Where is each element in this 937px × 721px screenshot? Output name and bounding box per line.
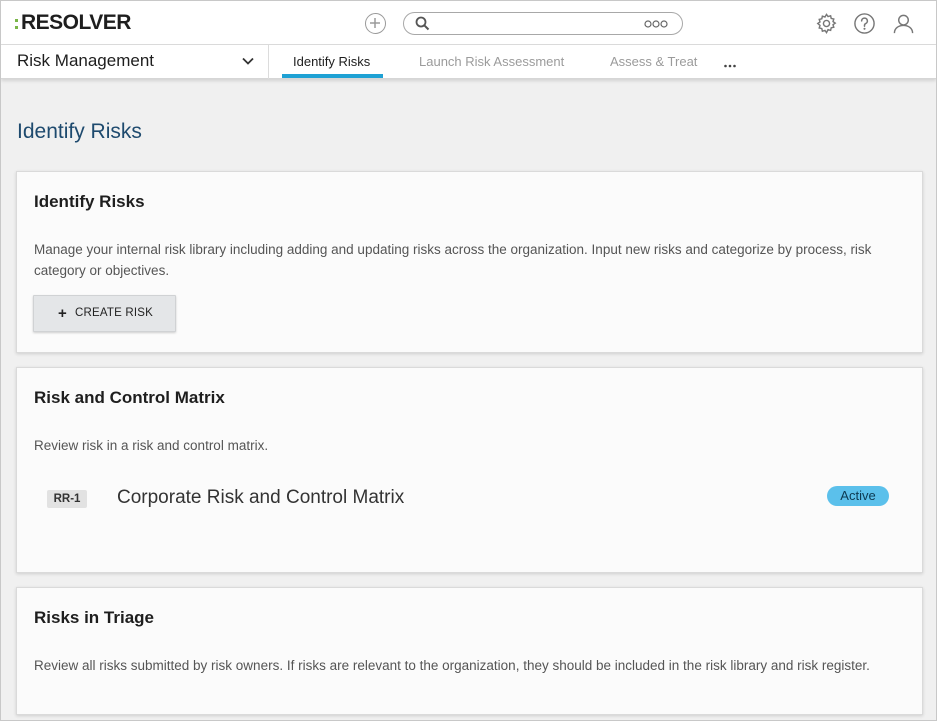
status-badge: Active — [827, 486, 889, 506]
plus-icon: + — [58, 305, 67, 322]
page-title: Identify Risks — [17, 120, 142, 143]
logo-text: RESOLVER — [21, 11, 131, 34]
card-title: Risks in Triage — [34, 608, 154, 627]
app-window: RESOLVER Risk Management Identify Risks … — [0, 0, 937, 721]
tab-assess-treat[interactable]: Assess & Treat — [610, 54, 697, 69]
add-circle-icon[interactable] — [365, 13, 386, 34]
top-bar: RESOLVER — [1, 1, 936, 45]
risk-control-matrix-card: Risk and Control Matrix Review risk in a… — [16, 367, 923, 573]
record-id-badge: RR-1 — [47, 490, 87, 508]
more-tabs-icon[interactable] — [723, 57, 737, 69]
search-bar — [403, 12, 683, 35]
card-description: Review risk in a risk and control matrix… — [34, 438, 269, 453]
card-title: Risk and Control Matrix — [34, 388, 225, 407]
gear-icon[interactable] — [815, 12, 838, 35]
active-tab-indicator — [282, 74, 383, 78]
card-description: Manage your internal risk library includ… — [34, 242, 872, 278]
tab-identify-risks[interactable]: Identify Risks — [293, 54, 370, 69]
resolver-logo[interactable]: RESOLVER — [15, 11, 131, 35]
nav-bar: Risk Management Identify Risks Launch Ri… — [1, 45, 936, 79]
card-description: Review all risks submitted by risk owner… — [34, 658, 870, 673]
create-risk-label: CREATE RISK — [75, 307, 154, 319]
identify-risks-card: Identify Risks Manage your internal risk… — [16, 171, 923, 353]
more-options-icon[interactable] — [644, 20, 668, 28]
search-input[interactable] — [432, 15, 632, 32]
search-icon[interactable] — [415, 16, 430, 31]
card-title: Identify Risks — [34, 192, 145, 211]
matrix-record-link[interactable]: Corporate Risk and Control Matrix — [117, 487, 404, 509]
create-risk-button[interactable]: + CREATE RISK — [33, 295, 176, 332]
risks-in-triage-card: Risks in Triage Review all risks submitt… — [16, 587, 923, 715]
tab-launch-risk-assessment[interactable]: Launch Risk Assessment — [419, 54, 564, 69]
help-icon[interactable] — [853, 12, 876, 35]
app-selector-label: Risk Management — [17, 51, 155, 70]
user-icon[interactable] — [892, 12, 915, 35]
logo-mark-icon — [15, 19, 18, 29]
app-selector[interactable]: Risk Management — [1, 45, 269, 79]
chevron-down-icon — [242, 57, 254, 65]
